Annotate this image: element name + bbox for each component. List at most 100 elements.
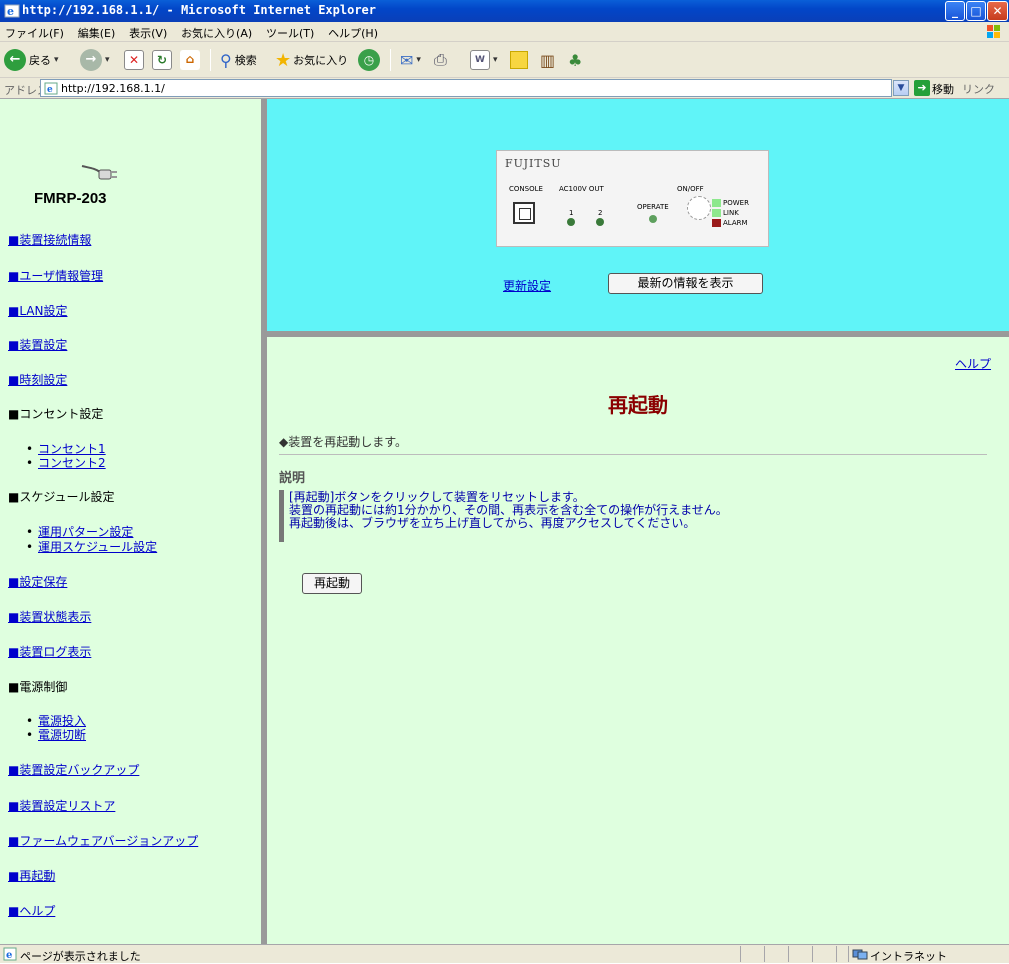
forward-arrow-icon: →: [80, 49, 102, 71]
messenger-icon: ♣: [568, 50, 583, 70]
favorites-button[interactable]: ★ お気に入り: [275, 47, 348, 73]
nav-settings-backup[interactable]: ■装置設定バックアップ: [8, 761, 139, 778]
stop-button[interactable]: ✕: [124, 47, 144, 73]
home-icon: ⌂: [180, 50, 200, 70]
device-status-frame: FUJITSU CONSOLE AC100V OUT ON/OFF 1 2 OP…: [267, 99, 1009, 334]
alarm-led: [712, 219, 721, 227]
sidebar: FMRP-203 ■装置接続情報 ■ユーザ情報管理 ■LAN設定 ■装置設定 ■…: [0, 99, 264, 944]
print-icon: ⎙: [434, 50, 447, 69]
nav-lan-settings[interactable]: ■LAN設定: [8, 302, 68, 319]
description-heading: 説明: [279, 471, 306, 486]
link-label: LINK: [723, 209, 739, 217]
research-button[interactable]: ▥: [540, 47, 555, 73]
nav-outlet-2-label[interactable]: コンセント2: [38, 456, 106, 470]
nav-device-settings[interactable]: ■装置設定: [8, 336, 67, 353]
home-button[interactable]: ⌂: [180, 47, 200, 73]
mail-dropdown-icon[interactable]: ▾: [416, 55, 421, 65]
outlet-2-label: 2: [598, 209, 603, 217]
refresh-browser-button[interactable]: ↻: [152, 47, 172, 73]
description-line: 再起動後は、ブラウザを立ち上げ直してから、再度アクセスしてください。: [289, 516, 696, 530]
content-area: FMRP-203 ■装置接続情報 ■ユーザ情報管理 ■LAN設定 ■装置設定 ■…: [0, 99, 1009, 944]
links-label[interactable]: リンク: [962, 81, 995, 97]
console-port-icon: [513, 202, 535, 224]
messenger-button[interactable]: ♣: [568, 47, 582, 73]
help-link[interactable]: ヘルプ: [955, 355, 991, 372]
nav-device-status[interactable]: ■装置状態表示: [8, 608, 91, 625]
nav-help[interactable]: ■ヘルプ: [8, 902, 55, 919]
nav-power-off-label[interactable]: 電源切断: [38, 728, 86, 742]
main-frame: ヘルプ 再起動 ◆装置を再起動します。 説明 [再起動]ボタンをクリックして装置…: [267, 337, 1009, 944]
edit-icon: W: [470, 50, 490, 70]
history-button[interactable]: ◷: [358, 47, 380, 73]
mail-button[interactable]: ✉ ▾: [400, 47, 421, 73]
stop-icon: ✕: [124, 50, 144, 70]
maximize-button[interactable]: □: [966, 1, 986, 21]
address-bar: アドレス(D) e http://192.168.1.1/ ▼ ➜ 移動 リンク: [0, 78, 1009, 99]
go-button[interactable]: 移動: [932, 81, 954, 97]
back-arrow-icon: ←: [4, 49, 26, 71]
outlet-1-led: [567, 218, 575, 226]
nav-reboot[interactable]: ■再起動: [8, 867, 55, 884]
link-led: [712, 209, 721, 217]
nav-power-off[interactable]: • 電源切断: [26, 726, 86, 743]
power-switch: [687, 196, 711, 220]
nav-operation-pattern-label[interactable]: 運用パターン設定: [38, 525, 133, 539]
nav-time-settings[interactable]: ■時刻設定: [8, 371, 67, 388]
nav-device-connection-info[interactable]: ■装置接続情報: [8, 231, 91, 248]
brand-logo: FUJITSU: [505, 157, 562, 170]
nav-settings-restore[interactable]: ■装置設定リストア: [8, 797, 115, 814]
address-dropdown-icon[interactable]: ▼: [893, 80, 909, 96]
minimize-button[interactable]: _: [945, 1, 965, 21]
menu-tools[interactable]: ツール(T): [261, 22, 319, 41]
page-done-icon: e: [3, 947, 17, 961]
status-text: ページが表示されました: [20, 950, 141, 963]
page-icon: e: [44, 82, 58, 95]
refresh-info-button[interactable]: 最新の情報を表示: [608, 273, 763, 294]
back-button[interactable]: ← 戻る ▾: [4, 47, 59, 73]
nav-operation-schedule[interactable]: • 運用スケジュール設定: [26, 538, 157, 555]
nav-schedule-settings-heading: ■スケジュール設定: [8, 490, 115, 504]
forward-dropdown-icon[interactable]: ▾: [105, 55, 110, 65]
svg-text:e: e: [7, 5, 14, 18]
back-dropdown-icon[interactable]: ▾: [54, 55, 59, 65]
menu-file[interactable]: ファイル(F): [0, 22, 69, 41]
nav-outlet-settings-heading: ■コンセント設定: [8, 407, 104, 421]
nav-device-log[interactable]: ■装置ログ表示: [8, 643, 91, 660]
bullet-icon: •: [26, 525, 34, 539]
bullet-icon: •: [26, 540, 34, 554]
menu-favorites[interactable]: お気に入り(A): [176, 22, 257, 41]
address-url: http://192.168.1.1/: [61, 82, 165, 95]
reboot-button[interactable]: 再起動: [302, 573, 362, 594]
edit-button[interactable]: W ▾: [470, 47, 498, 73]
address-input[interactable]: e http://192.168.1.1/: [40, 79, 892, 97]
intranet-zone-icon: [852, 949, 868, 960]
windows-logo-icon: [987, 25, 1000, 38]
history-icon: ◷: [358, 49, 380, 71]
discuss-button[interactable]: [510, 47, 528, 73]
mail-icon: ✉: [400, 50, 414, 70]
menu-edit[interactable]: 編集(E): [73, 22, 121, 41]
operate-label: OPERATE: [637, 203, 669, 211]
refresh-icon: ↻: [152, 50, 172, 70]
edit-dropdown-icon[interactable]: ▾: [493, 55, 498, 65]
nav-firmware-update[interactable]: ■ファームウェアバージョンアップ: [8, 832, 198, 849]
ac-out-label: AC100V OUT: [559, 185, 604, 193]
nav-operation-schedule-label[interactable]: 運用スケジュール設定: [38, 540, 157, 554]
forward-button[interactable]: → ▾: [80, 47, 110, 73]
nav-outlet-2[interactable]: • コンセント2: [26, 454, 106, 471]
search-button[interactable]: ⚲ 検索: [220, 47, 257, 73]
menu-help[interactable]: ヘルプ(H): [323, 22, 383, 41]
menu-view[interactable]: 表示(V): [124, 22, 172, 41]
print-button[interactable]: ⎙: [434, 47, 447, 73]
back-label: 戻る: [29, 54, 51, 67]
go-arrow-icon[interactable]: ➜: [914, 80, 930, 96]
update-settings-link[interactable]: 更新設定: [503, 277, 551, 294]
nav-save-settings[interactable]: ■設定保存: [8, 573, 67, 590]
close-button[interactable]: ✕: [987, 1, 1008, 21]
nav-user-management[interactable]: ■ユーザ情報管理: [8, 267, 103, 284]
nav-power-control-heading: ■電源制御: [8, 680, 68, 694]
window-title: http://192.168.1.1/ - Microsoft Internet…: [22, 3, 377, 17]
favorites-label: お気に入り: [293, 54, 349, 67]
power-led: [712, 199, 721, 207]
books-icon: ▥: [540, 50, 556, 70]
